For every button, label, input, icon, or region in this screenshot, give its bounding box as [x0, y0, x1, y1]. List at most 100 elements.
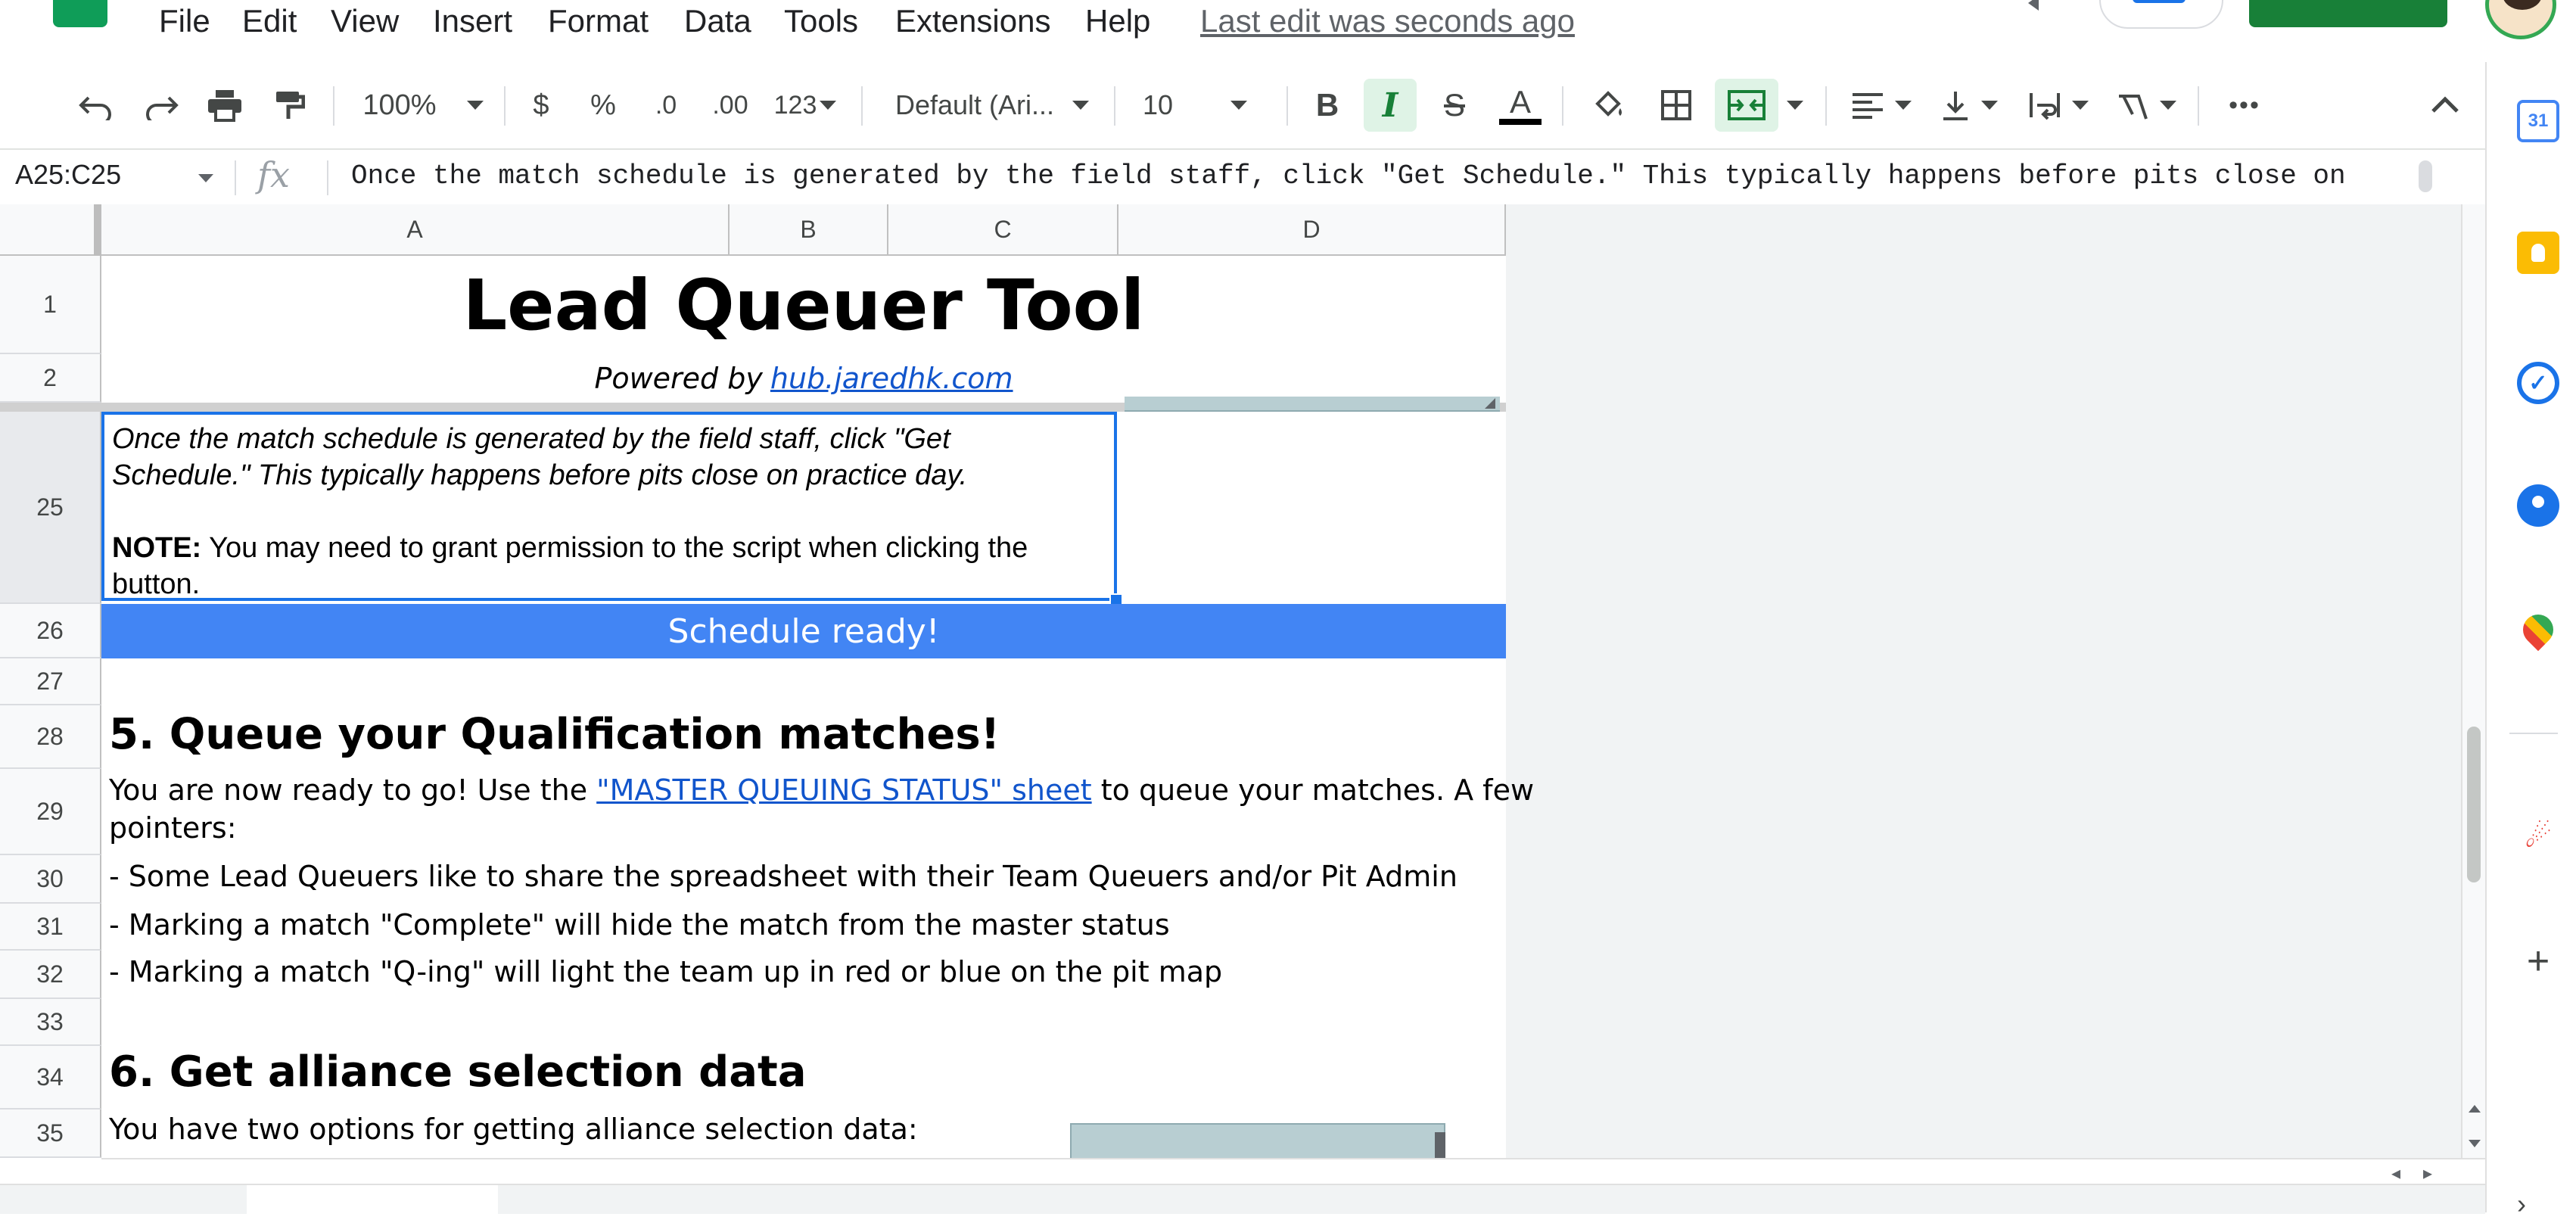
- calendar-icon[interactable]: 31: [2517, 100, 2559, 142]
- section-5-intro[interactable]: You are now ready to go! Use the "MASTER…: [109, 773, 1534, 807]
- column-header-c[interactable]: C: [888, 204, 1118, 256]
- contacts-icon[interactable]: [2517, 484, 2559, 527]
- floating-image-top[interactable]: [1125, 397, 1500, 412]
- section-6-heading[interactable]: 6. Get alliance selection data: [109, 1047, 807, 1097]
- undo-icon[interactable]: [70, 62, 123, 148]
- tasks-icon[interactable]: ✓: [2517, 362, 2559, 404]
- menu-file[interactable]: File: [159, 3, 210, 39]
- bold-button[interactable]: B: [1305, 62, 1350, 148]
- row-header-28[interactable]: 28: [0, 705, 101, 769]
- scroll-right-arrow-icon[interactable]: ▸: [2423, 1162, 2432, 1184]
- paint-format-icon[interactable]: [262, 62, 315, 148]
- formula-input[interactable]: Once the match schedule is generated by …: [351, 160, 2346, 191]
- borders-icon[interactable]: [1650, 62, 1703, 148]
- decrease-decimals-button[interactable]: .0: [643, 62, 689, 148]
- toolbar: 100% $ % .0 .00 123 Default (Ari... 10 B…: [0, 62, 2485, 148]
- section-6-intro[interactable]: You have two options for getting allianc…: [109, 1113, 918, 1146]
- menu-help[interactable]: Help: [1085, 3, 1150, 39]
- freeze-handle[interactable]: [94, 204, 101, 256]
- collapse-toolbar-icon[interactable]: [2419, 62, 2472, 148]
- row-header-35[interactable]: 35: [0, 1110, 101, 1158]
- row-header-26[interactable]: 26: [0, 604, 101, 658]
- addon-icon[interactable]: ☄: [2517, 816, 2559, 858]
- row-header-25[interactable]: 25: [0, 412, 101, 604]
- row-header-34[interactable]: 34: [0, 1046, 101, 1110]
- more-formats-caret-icon: [820, 101, 837, 110]
- menu-tools[interactable]: Tools: [784, 3, 858, 39]
- vertical-align-icon[interactable]: [1931, 62, 2007, 148]
- schedule-status-bar[interactable]: Schedule ready!: [101, 604, 1506, 658]
- sheet-title[interactable]: Lead Queuer Tool: [101, 256, 1506, 354]
- instructions-blank-line: [112, 493, 1106, 530]
- formula-scrollbar[interactable]: [2419, 160, 2432, 192]
- plus-icon[interactable]: +: [2517, 939, 2559, 983]
- avatar-hair: [2503, 0, 2542, 10]
- row-header-33[interactable]: 33: [0, 999, 101, 1046]
- bullet-mark-qing[interactable]: - Marking a match "Q-ing" will light the…: [109, 955, 1222, 988]
- strikethrough-button[interactable]: S: [1432, 62, 1477, 148]
- redo-icon[interactable]: [135, 62, 188, 148]
- maps-icon[interactable]: [2516, 608, 2560, 652]
- keep-icon[interactable]: [2517, 232, 2559, 274]
- instructions-cell-selected[interactable]: Once the match schedule is generated by …: [101, 412, 1117, 601]
- vertical-scrollbar[interactable]: [2461, 204, 2485, 1158]
- bullet-share-spreadsheet[interactable]: - Some Lead Queuers like to share the sp…: [109, 860, 1458, 893]
- font-select[interactable]: Default (Ari...: [882, 62, 1102, 148]
- text-wrap-icon[interactable]: [2021, 62, 2096, 148]
- share-button[interactable]: [2249, 0, 2447, 27]
- scroll-left-arrow-icon[interactable]: ◂: [2391, 1162, 2400, 1184]
- powered-by-line[interactable]: Powered by hub.jaredhk.com: [101, 354, 1506, 403]
- more-formats-label: 123: [773, 90, 817, 120]
- chevron-right-icon[interactable]: ›: [2517, 1188, 2526, 1220]
- text-color-button[interactable]: A: [1494, 62, 1547, 148]
- scroll-down-arrow-icon[interactable]: [2469, 1140, 2481, 1147]
- horizontal-align-icon[interactable]: [1843, 62, 1919, 148]
- row-header-2[interactable]: 2: [0, 354, 101, 403]
- print-icon[interactable]: [198, 62, 251, 148]
- merge-caret-icon[interactable]: [1780, 62, 1810, 148]
- menu-extensions[interactable]: Extensions: [895, 3, 1050, 39]
- name-box-caret-icon[interactable]: [198, 174, 213, 182]
- merge-cells-icon[interactable]: [1715, 79, 1778, 132]
- history-arrow-icon[interactable]: [2028, 0, 2039, 11]
- percent-button[interactable]: %: [584, 62, 622, 148]
- row-header-29[interactable]: 29: [0, 769, 101, 855]
- sheet-tab-active[interactable]: [247, 1185, 498, 1214]
- row-header-27[interactable]: 27: [0, 658, 101, 705]
- more-options-icon[interactable]: •••: [2214, 62, 2275, 148]
- italic-button[interactable]: I: [1364, 79, 1417, 132]
- currency-button[interactable]: $: [522, 62, 560, 148]
- last-edit-link[interactable]: Last edit was seconds ago: [1200, 3, 1575, 39]
- menu-data[interactable]: Data: [684, 3, 751, 39]
- meet-button[interactable]: [2099, 0, 2223, 29]
- fill-color-icon[interactable]: [1582, 62, 1635, 148]
- select-all-corner[interactable]: [0, 204, 101, 256]
- row-header-32[interactable]: 32: [0, 951, 101, 999]
- more-formats-button[interactable]: 123: [767, 62, 843, 148]
- master-queuing-status-link[interactable]: "MASTER QUEUING STATUS" sheet: [596, 773, 1091, 807]
- menu-edit[interactable]: Edit: [242, 3, 297, 39]
- column-header-a[interactable]: A: [101, 204, 730, 256]
- font-size-select[interactable]: 10: [1143, 62, 1271, 148]
- bullet-mark-complete[interactable]: - Marking a match "Complete" will hide t…: [109, 908, 1170, 941]
- scroll-up-arrow-icon[interactable]: [2469, 1105, 2481, 1113]
- text-rotation-icon[interactable]: [2108, 62, 2184, 148]
- row-header-1[interactable]: 1: [0, 256, 101, 354]
- increase-decimals-button[interactable]: .00: [704, 62, 757, 148]
- row-header-31[interactable]: 31: [0, 904, 101, 951]
- menu-insert[interactable]: Insert: [433, 3, 512, 39]
- zoom-select[interactable]: 100%: [351, 62, 495, 148]
- column-header-b[interactable]: B: [730, 204, 888, 256]
- column-header-d[interactable]: D: [1118, 204, 1506, 256]
- account-avatar[interactable]: [2485, 0, 2556, 39]
- menu-format[interactable]: Format: [548, 3, 649, 39]
- horizontal-scrollbar[interactable]: ◂ ▸: [101, 1158, 2485, 1185]
- powered-by-link[interactable]: hub.jaredhk.com: [770, 362, 1013, 395]
- menu-view[interactable]: View: [331, 3, 399, 39]
- vertical-scroll-thumb[interactable]: [2467, 727, 2481, 882]
- name-box[interactable]: A25:C25: [15, 159, 121, 191]
- section-5-heading[interactable]: 5. Queue your Qualification matches!: [109, 710, 1000, 759]
- row-header-30[interactable]: 30: [0, 855, 101, 904]
- sheets-logo-icon[interactable]: [53, 0, 107, 27]
- floating-image-bottom[interactable]: [1070, 1123, 1445, 1158]
